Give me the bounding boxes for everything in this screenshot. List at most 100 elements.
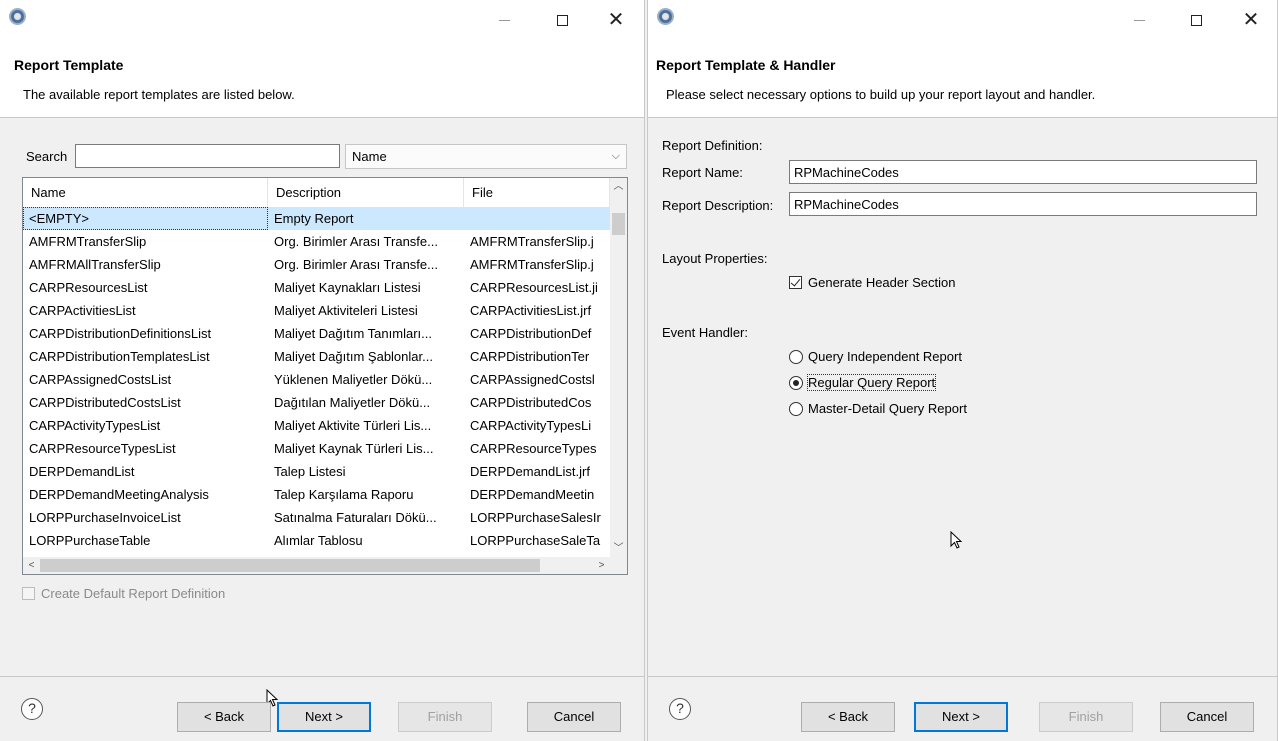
cell-file: CARPResourcesList.ji — [470, 280, 598, 295]
table-row[interactable]: CARPDistributionDefinitionsList Maliyet D… — [23, 322, 610, 345]
table-row[interactable]: <EMPTY> Empty Report — [23, 207, 610, 230]
minimize-icon — [1133, 19, 1145, 21]
cell-file: CARPActivityTypesLi — [470, 418, 592, 433]
scroll-thumb-horizontal[interactable] — [40, 559, 540, 572]
layout-properties-label: Layout Properties: — [662, 251, 768, 266]
radio-label: Query Independent Report — [808, 349, 962, 364]
table-row[interactable]: LORPPurchaseInvoiceList Satınalma Fatural… — [23, 506, 610, 529]
radio-button[interactable] — [789, 349, 803, 364]
radio-button[interactable] — [789, 401, 803, 416]
report-description-input[interactable] — [789, 192, 1257, 216]
scroll-left-icon[interactable]: < — [23, 557, 40, 574]
table-row[interactable]: CARPResourcesList Maliyet Kaynakları List… — [23, 276, 610, 299]
table-row[interactable]: LORPPurchaseTable Alımlar Tablosu LORPPurc… — [23, 529, 610, 552]
report-description-label: Report Description: — [662, 198, 774, 213]
cell-name: DERPDemandMeetingAnalysis — [29, 487, 209, 502]
cell-file: CARPDistributedCos — [470, 395, 592, 410]
table-row[interactable]: CARPActivityTypesList Maliyet Aktivite Tü… — [23, 414, 610, 437]
help-button[interactable]: ? — [669, 698, 691, 720]
cell-name: LORPPurchaseInvoiceList — [29, 510, 181, 525]
search-label: Search — [26, 149, 68, 164]
cell-name: CARPAssignedCostsList — [29, 372, 172, 387]
cell-description: Satınalma Faturaları Dökü... — [274, 510, 437, 525]
page-description: The available report templates are liste… — [23, 87, 295, 102]
horizontal-scrollbar[interactable]: < > — [23, 557, 627, 574]
cell-name: CARPDistributedCostsList — [29, 395, 181, 410]
template-table: Name Description File <EMPTY> Empty Repor… — [22, 177, 628, 575]
scroll-up-icon[interactable]: ︿ — [610, 178, 627, 195]
cell-file: DERPDemandList.jrf — [470, 464, 590, 479]
cell-name: <EMPTY> — [23, 207, 268, 230]
column-header-file[interactable]: File — [464, 178, 610, 207]
table-row[interactable]: AMFRMAllTransferSlip Org. Birimler Arası … — [23, 253, 610, 276]
column-header-description[interactable]: Description — [268, 178, 464, 207]
column-header-name[interactable]: Name — [23, 178, 268, 207]
page-title: Report Template — [14, 57, 124, 73]
cell-description: Org. Birimler Arası Transfe... — [274, 257, 438, 272]
table-body: <EMPTY> Empty Report AMFRMTransferSlip Org.… — [23, 207, 610, 552]
minimize-button[interactable] — [489, 5, 519, 35]
search-field-select[interactable]: Name ⌵ — [345, 144, 627, 169]
maximize-button[interactable] — [547, 5, 577, 35]
table-row[interactable]: CARPAssignedCostsList Yüklenen Maliyetler… — [23, 368, 610, 391]
cell-name: AMFRMAllTransferSlip — [29, 257, 161, 272]
event-handler-label: Event Handler: — [662, 325, 748, 340]
table-row[interactable]: CARPDistributedCostsList Dağıtılan Maliye… — [23, 391, 610, 414]
finish-button[interactable]: Finish — [1039, 702, 1133, 732]
back-button[interactable]: < Back — [177, 702, 271, 732]
back-button[interactable]: < Back — [801, 702, 895, 732]
page-title: Report Template & Handler — [656, 57, 836, 73]
help-button[interactable]: ? — [21, 698, 43, 720]
minimize-button[interactable] — [1124, 5, 1154, 35]
wizard-header: Report Template The available report tem… — [0, 40, 644, 118]
wizard-header: Report Template & Handler Please select … — [648, 40, 1277, 118]
scroll-right-icon[interactable]: > — [593, 557, 610, 574]
cell-file: LORPPurchaseSalesIr — [470, 510, 601, 525]
cell-description: Maliyet Dağıtım Tanımları... — [274, 326, 432, 341]
cell-description: Alımlar Tablosu — [274, 533, 363, 548]
scroll-thumb[interactable] — [612, 213, 625, 235]
checkbox-label: Create Default Report Definition — [41, 586, 226, 601]
cell-name: CARPDistributionDefinitionsList — [29, 326, 212, 341]
close-button[interactable]: ✕ — [1236, 5, 1266, 35]
table-row[interactable]: CARPDistributionTemplatesList Maliyet Dağ… — [23, 345, 610, 368]
scroll-corner — [610, 557, 627, 574]
radio-button[interactable] — [789, 375, 803, 390]
table-row[interactable]: CARPActivitiesList Maliyet Aktiviteleri L… — [23, 299, 610, 322]
radio-regular-query[interactable]: Regular Query Report — [789, 374, 937, 391]
cancel-button[interactable]: Cancel — [527, 702, 621, 732]
report-name-input[interactable] — [789, 160, 1257, 184]
next-button[interactable]: Next > — [914, 702, 1008, 732]
scroll-down-icon[interactable]: ﹀ — [610, 540, 627, 557]
cell-name: CARPResourceTypesList — [29, 441, 176, 456]
generate-header-checkbox[interactable]: Generate Header Section — [789, 275, 955, 290]
cell-description: Maliyet Dağıtım Şablonlar... — [274, 349, 433, 364]
table-row[interactable]: AMFRMTransferSlip Org. Birimler Arası Tra… — [23, 230, 610, 253]
app-icon — [9, 8, 26, 25]
checkbox-box[interactable] — [22, 587, 35, 600]
table-header: Name Description File — [23, 178, 610, 207]
search-input[interactable] — [75, 144, 340, 168]
minimize-icon — [498, 19, 510, 21]
vertical-scrollbar[interactable]: ︿ ﹀ — [610, 178, 627, 557]
cell-file: DERPDemandMeetin — [470, 487, 595, 502]
close-button[interactable]: ✕ — [601, 5, 631, 35]
title-bar: ✕ — [648, 0, 1277, 40]
table-row[interactable]: CARPResourceTypesList Maliyet Kaynak Türl… — [23, 437, 610, 460]
cell-description: Maliyet Kaynakları Listesi — [274, 280, 421, 295]
maximize-button[interactable] — [1181, 5, 1211, 35]
radio-query-independent[interactable]: Query Independent Report — [789, 349, 962, 364]
cancel-button[interactable]: Cancel — [1160, 702, 1254, 732]
checkbox-label: Generate Header Section — [808, 275, 956, 290]
table-row[interactable]: DERPDemandList Talep Listesi DERPDemandLis… — [23, 460, 610, 483]
cell-description: Talep Listesi — [274, 464, 346, 479]
radio-master-detail[interactable]: Master-Detail Query Report — [789, 401, 967, 416]
cell-file: AMFRMTransferSlip.j — [470, 257, 594, 272]
report-template-window: ✕ Report Template The available report t… — [0, 0, 645, 741]
title-bar: ✕ — [0, 0, 644, 40]
table-row[interactable]: DERPDemandMeetingAnalysis Talep Karşılama… — [23, 483, 610, 506]
next-button[interactable]: Next > — [277, 702, 371, 732]
checkbox-box[interactable] — [789, 276, 802, 289]
finish-button[interactable]: Finish — [398, 702, 492, 732]
create-default-definition-checkbox[interactable]: Create Default Report Definition — [22, 586, 225, 601]
